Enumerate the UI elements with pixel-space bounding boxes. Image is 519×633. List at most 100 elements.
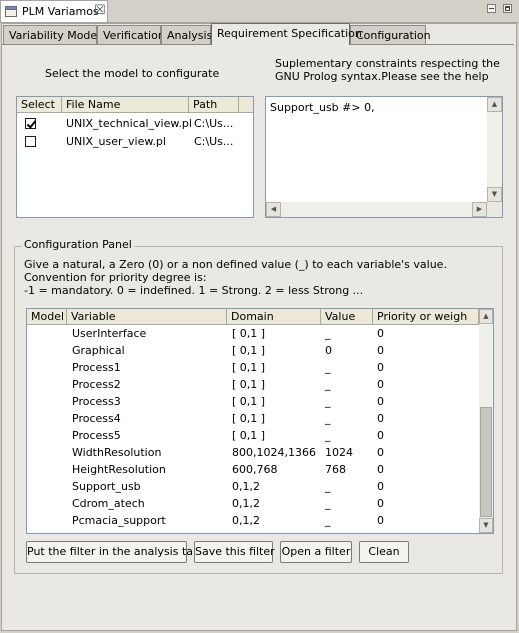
- tab-verification[interactable]: Verification: [97, 25, 165, 44]
- scroll-down-icon[interactable]: ▼: [479, 518, 493, 533]
- column-header-variable[interactable]: Variable: [67, 309, 227, 325]
- view-title: PLM Variamos: [22, 5, 99, 18]
- table-row[interactable]: Process4 [ 0,1 ] _ 0: [27, 411, 479, 428]
- configuration-info: Give a natural, a Zero (0) or a non defi…: [24, 258, 447, 297]
- table-row[interactable]: UNIX_technical_view.pl C:\Us...: [17, 115, 253, 132]
- constraints-help-line2: GNU Prolog syntax.Please see the help: [275, 70, 489, 83]
- tab-label: Verification: [103, 29, 165, 42]
- column-header-filler: [239, 97, 253, 113]
- constraints-help: Suplementary constraints respecting the …: [275, 57, 500, 83]
- scroll-up-icon[interactable]: ▲: [479, 309, 493, 324]
- close-view-icon[interactable]: ☒: [94, 3, 106, 18]
- domain-cell: [ 0,1 ]: [232, 412, 266, 425]
- priority-cell[interactable]: 0: [377, 463, 384, 476]
- table-row[interactable]: Process2 [ 0,1 ] _ 0: [27, 377, 479, 394]
- value-cell[interactable]: _: [325, 378, 331, 391]
- table-row[interactable]: Graphical [ 0,1 ] 0 0: [27, 343, 479, 360]
- scroll-down-icon[interactable]: ▼: [487, 187, 502, 202]
- table-row[interactable]: Pcmacia_support 0,1,2 _ 0: [27, 513, 479, 530]
- constraints-text: Support_usb #> 0,: [270, 101, 375, 114]
- value-cell[interactable]: _: [325, 429, 331, 442]
- select-checkbox[interactable]: [25, 136, 36, 147]
- table-row[interactable]: UNIX_user_view.pl C:\Us...: [17, 133, 253, 150]
- tab-label: Analysis: [167, 29, 213, 42]
- table-row[interactable]: Process5 [ 0,1 ] _ 0: [27, 428, 479, 445]
- variable-cell: Cdrom_atech: [72, 497, 145, 510]
- column-header-path[interactable]: Path: [189, 97, 239, 113]
- scroll-thumb[interactable]: [480, 407, 492, 517]
- priority-cell[interactable]: 0: [377, 412, 384, 425]
- tab-label: Requirement Specification: [217, 27, 362, 40]
- variable-cell: WidthResolution: [72, 446, 162, 459]
- select-checkbox[interactable]: [25, 118, 36, 129]
- table-row[interactable]: HeightResolution 600,768 768 0: [27, 462, 479, 479]
- table-row[interactable]: Process1 [ 0,1 ] _ 0: [27, 360, 479, 377]
- priority-cell[interactable]: 0: [377, 514, 384, 527]
- value-cell[interactable]: 1024: [325, 446, 353, 459]
- tab-variability-models[interactable]: Variability Models: [3, 25, 106, 44]
- save-filter-button[interactable]: Save this filter: [194, 541, 275, 563]
- info-line3: -1 = mandatory. 0 = indefined. 1 = Stron…: [24, 284, 364, 297]
- domain-cell: 800,1024,1366: [232, 446, 316, 459]
- priority-cell[interactable]: 0: [377, 361, 384, 374]
- constraints-textarea[interactable]: Support_usb #> 0, ▲ ▼ ◀ ▶: [265, 96, 503, 218]
- priority-cell[interactable]: 0: [377, 344, 384, 357]
- value-cell[interactable]: _: [325, 412, 331, 425]
- variable-cell: Graphical: [72, 344, 125, 357]
- priority-cell[interactable]: 0: [377, 327, 384, 340]
- column-header-select[interactable]: Select: [17, 97, 62, 113]
- priority-cell[interactable]: 0: [377, 395, 384, 408]
- scroll-left-icon[interactable]: ◀: [266, 202, 281, 217]
- value-cell[interactable]: _: [325, 480, 331, 493]
- scroll-right-icon[interactable]: ▶: [472, 202, 487, 217]
- column-header-domain[interactable]: Domain: [227, 309, 321, 325]
- table-row[interactable]: WidthResolution 800,1024,1366 1024 0: [27, 445, 479, 462]
- priority-cell[interactable]: 0: [377, 446, 384, 459]
- tab-requirement-specification[interactable]: Requirement Specification: [211, 23, 362, 45]
- value-cell[interactable]: _: [325, 497, 331, 510]
- variable-cell: Process4: [72, 412, 121, 425]
- priority-cell[interactable]: 0: [377, 497, 384, 510]
- value-cell[interactable]: 768: [325, 463, 346, 476]
- domain-cell: [ 0,1 ]: [232, 378, 266, 391]
- table-row[interactable]: Process3 [ 0,1 ] _ 0: [27, 394, 479, 411]
- horizontal-scrollbar[interactable]: ◀ ▶: [266, 202, 487, 217]
- domain-cell: 0,1,2: [232, 497, 260, 510]
- vertical-scrollbar[interactable]: ▲ ▼: [479, 309, 493, 533]
- tab-label: Configuration: [356, 29, 431, 42]
- vertical-scrollbar[interactable]: ▲ ▼: [487, 97, 502, 202]
- value-cell[interactable]: _: [325, 361, 331, 374]
- column-header-file-name[interactable]: File Name: [62, 97, 189, 113]
- table-row[interactable]: Cdrom_atech 0,1,2 _ 0: [27, 496, 479, 513]
- open-filter-button[interactable]: Open a filter: [280, 541, 352, 563]
- value-cell[interactable]: _: [325, 395, 331, 408]
- put-filter-button[interactable]: Put the filter in the analysis tab: [26, 541, 200, 563]
- column-header-priority[interactable]: Priority or weigh: [373, 309, 479, 325]
- column-header-value[interactable]: Value: [321, 309, 373, 325]
- info-line2: Convention for priority degree is:: [24, 271, 207, 284]
- model-table: Select File Name Path UNIX_technical_vie…: [16, 96, 254, 218]
- scroll-corner: [487, 202, 502, 217]
- priority-cell[interactable]: 0: [377, 480, 384, 493]
- domain-cell: [ 0,1 ]: [232, 361, 266, 374]
- priority-cell[interactable]: 0: [377, 378, 384, 391]
- priority-cell[interactable]: 0: [377, 429, 384, 442]
- scroll-up-icon[interactable]: ▲: [487, 97, 502, 112]
- minimize-icon[interactable]: [487, 4, 496, 13]
- value-cell[interactable]: _: [325, 327, 331, 340]
- domain-cell: 0,1,2: [232, 480, 260, 493]
- variable-cell: Process3: [72, 395, 121, 408]
- value-cell[interactable]: _: [325, 514, 331, 527]
- domain-cell: [ 0,1 ]: [232, 327, 266, 340]
- variable-cell: Process2: [72, 378, 121, 391]
- clean-button[interactable]: Clean: [359, 541, 409, 563]
- maximize-icon[interactable]: [503, 4, 512, 13]
- column-header-model[interactable]: Model: [27, 309, 67, 325]
- tab-analysis[interactable]: Analysis: [161, 25, 213, 44]
- table-row[interactable]: Support_usb 0,1,2 _ 0: [27, 479, 479, 496]
- table-row[interactable]: UserInterface [ 0,1 ] _ 0: [27, 326, 479, 343]
- domain-cell: [ 0,1 ]: [232, 344, 266, 357]
- variable-cell: Process5: [72, 429, 121, 442]
- value-cell[interactable]: 0: [325, 344, 332, 357]
- view-tab-plm-variamos[interactable]: PLM Variamos ☒: [0, 0, 108, 22]
